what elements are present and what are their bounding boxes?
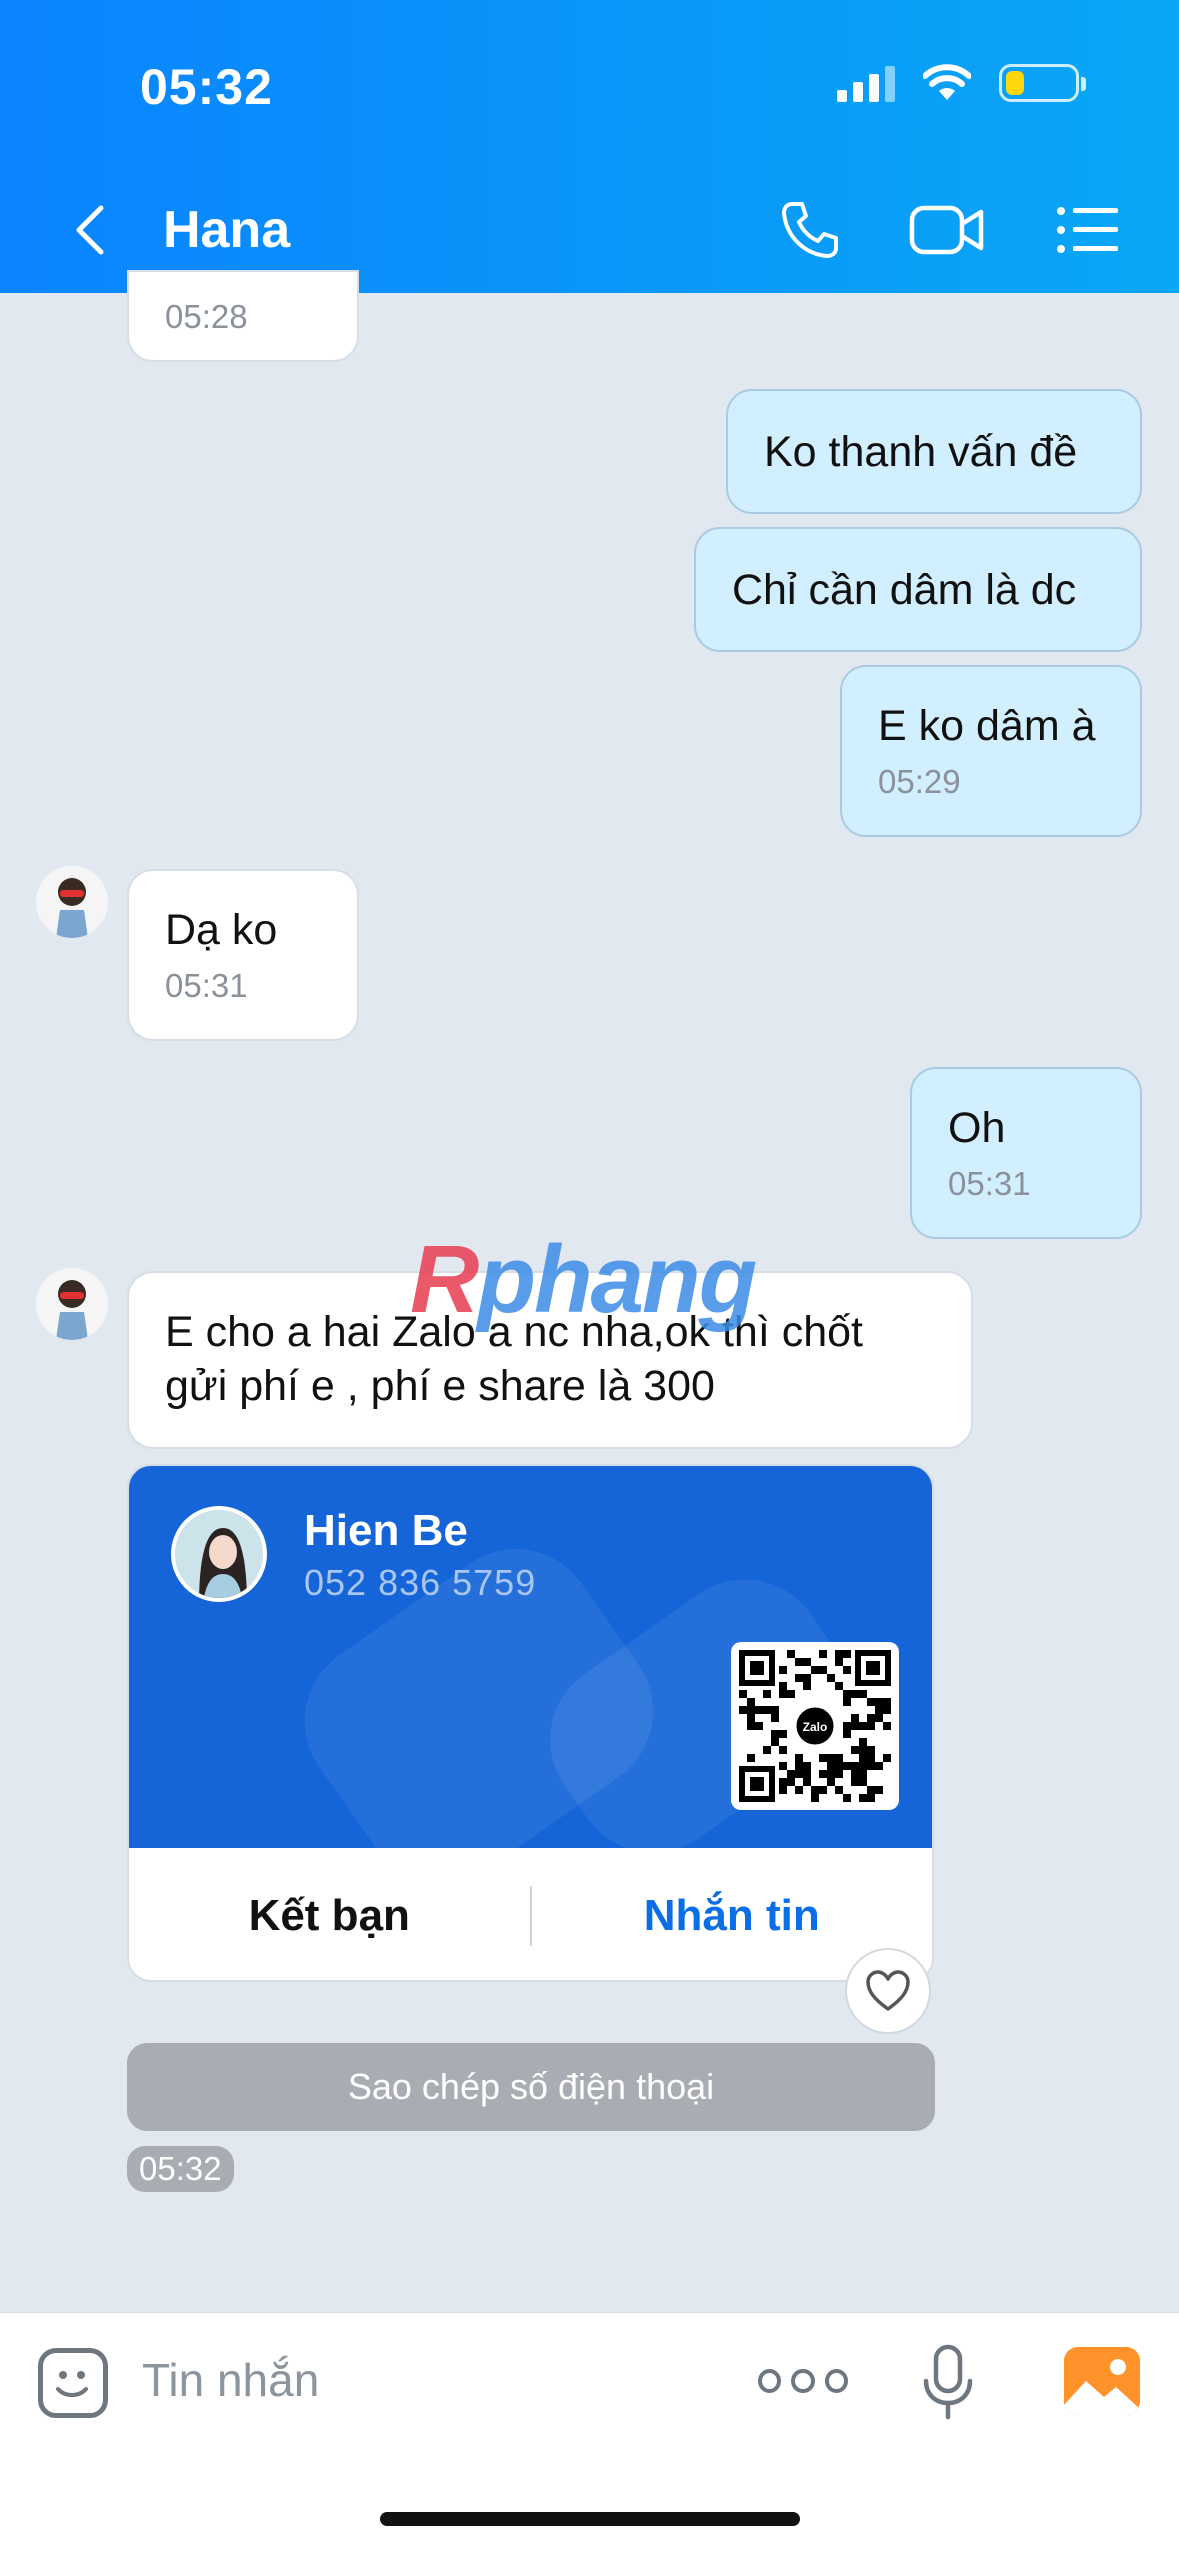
message-time: 05:31 [165,967,248,1004]
send-message-button[interactable]: Nhắn tin [532,1891,933,1941]
message-bubble-outgoing[interactable]: Chỉ cần dâm là dc [694,527,1142,652]
message-time: 05:28 [165,298,248,335]
message-bubble-outgoing[interactable]: Oh 05:31 [910,1067,1142,1239]
microphone-icon [923,2344,973,2420]
react-button[interactable] [845,1948,931,2034]
message-text: Dạ ko [165,906,278,954]
heart-icon [866,1970,910,2011]
gallery-button[interactable] [1064,2347,1140,2415]
wifi-icon [923,64,971,100]
message-input[interactable]: Tin nhắn [142,2353,319,2407]
chat-header: 05:32 Hana [0,0,1179,293]
sticker-icon [56,2371,88,2397]
message-time: 05:31 [948,1165,1031,1202]
video-call-button[interactable] [907,190,987,270]
qr-logo-text: Zalo [803,1720,828,1734]
message-bubble-outgoing[interactable]: Ko thanh vấn đề [726,389,1142,514]
watermark: Rphang [410,1225,757,1335]
home-indicator [380,2512,800,2526]
call-button[interactable] [770,190,850,270]
contact-card-actions: Kết bạn Nhắn tin [129,1848,933,1980]
contact-card-header: Hien Be 052 836 5759 Zalo [129,1466,932,1848]
message-bubble-incoming[interactable]: 05:28 [127,270,359,362]
watermark-r: R [410,1226,479,1333]
message-text: Chỉ cần dâm là dc [732,565,1077,614]
message-time: 05:29 [878,763,961,800]
sender-avatar-image [36,1268,108,1340]
copy-phone-button[interactable]: Sao chép số điện thoại [127,2043,935,2131]
contact-phone: 052 836 5759 [304,1562,537,1603]
chat-title[interactable]: Hana [163,200,290,260]
voice-button[interactable] [918,2343,978,2423]
nav-bar: Hana [0,190,1179,270]
contact-avatar-image [175,1510,263,1598]
video-camera-icon [909,205,984,255]
emoji-button[interactable] [38,2348,108,2418]
message-bubble-outgoing[interactable]: E ko dâm à 05:29 [840,665,1142,837]
dot [824,2369,848,2393]
status-time: 05:32 [140,59,273,115]
add-friend-button[interactable]: Kết bạn [129,1891,530,1941]
avatar[interactable] [36,866,108,938]
cellular-signal-icon [837,64,895,102]
phone-icon [782,202,838,258]
back-button[interactable] [60,200,120,260]
dot [791,2369,815,2393]
message-text: Ko thanh vấn đề [764,427,1078,476]
sender-avatar-image [36,866,108,938]
qr-code-image: Zalo [739,1650,891,1802]
message-time: 05:32 [127,2146,234,2192]
avatar[interactable] [36,1268,108,1340]
more-options-button[interactable] [758,2361,848,2401]
qr-code[interactable]: Zalo [731,1642,899,1810]
contact-card[interactable]: Hien Be 052 836 5759 Zalo Kết bạn Nhắn t… [127,1464,934,1982]
list-menu-icon [1057,207,1118,253]
battery-icon [999,64,1086,102]
message-bubble-incoming[interactable]: Dạ ko 05:31 [127,869,359,1041]
chevron-left-icon [76,205,104,255]
message-text: Oh [948,1104,1006,1152]
contact-avatar [171,1506,267,1602]
watermark-text: phang [477,1226,757,1333]
message-text: E ko dâm à [878,702,1096,750]
status-icons [837,64,1086,102]
image-icon [1064,2347,1140,2415]
menu-button[interactable] [1048,190,1128,270]
dot [758,2369,782,2393]
contact-name: Hien Be [304,1506,468,1555]
message-text-line: gửi phí e , phí e share là 300 [165,1362,715,1410]
